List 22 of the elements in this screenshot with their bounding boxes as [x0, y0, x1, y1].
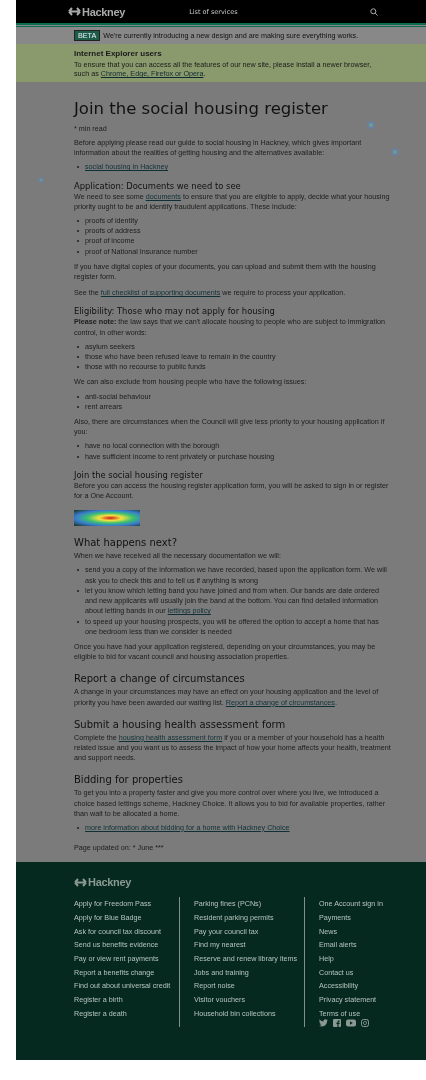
heatmap-spot	[38, 177, 44, 183]
section-heading: Eligibility: Those who may not apply for housing	[74, 306, 276, 317]
page-title: Join the social housing register	[74, 99, 329, 118]
section-heading: Join the social housing register	[74, 469, 204, 480]
start-button[interactable]	[74, 510, 140, 527]
logo-icon	[74, 877, 87, 887]
heatmap-spot	[391, 148, 399, 156]
section-heading: Report a change of circumstances	[74, 673, 246, 685]
banner-title: Internet Explorer users	[74, 49, 163, 58]
facebook-icon[interactable]	[333, 1019, 341, 1028]
logo-icon	[68, 7, 81, 16]
section-heading: What happens next?	[74, 537, 178, 549]
logo-text[interactable]: Hackney	[88, 876, 132, 889]
heatmap-spot	[367, 121, 375, 129]
bird-icon[interactable]	[319, 1019, 328, 1028]
search-icon[interactable]	[370, 7, 378, 16]
camera-icon[interactable]	[361, 1019, 369, 1028]
play-icon[interactable]	[346, 1019, 356, 1028]
section-heading: Submit a housing health assessment form	[74, 718, 287, 730]
logo-text[interactable]: Hackney	[82, 5, 126, 18]
section-heading: Application: Documents we need to see	[74, 180, 242, 191]
section-heading: Bidding for properties	[74, 774, 184, 786]
